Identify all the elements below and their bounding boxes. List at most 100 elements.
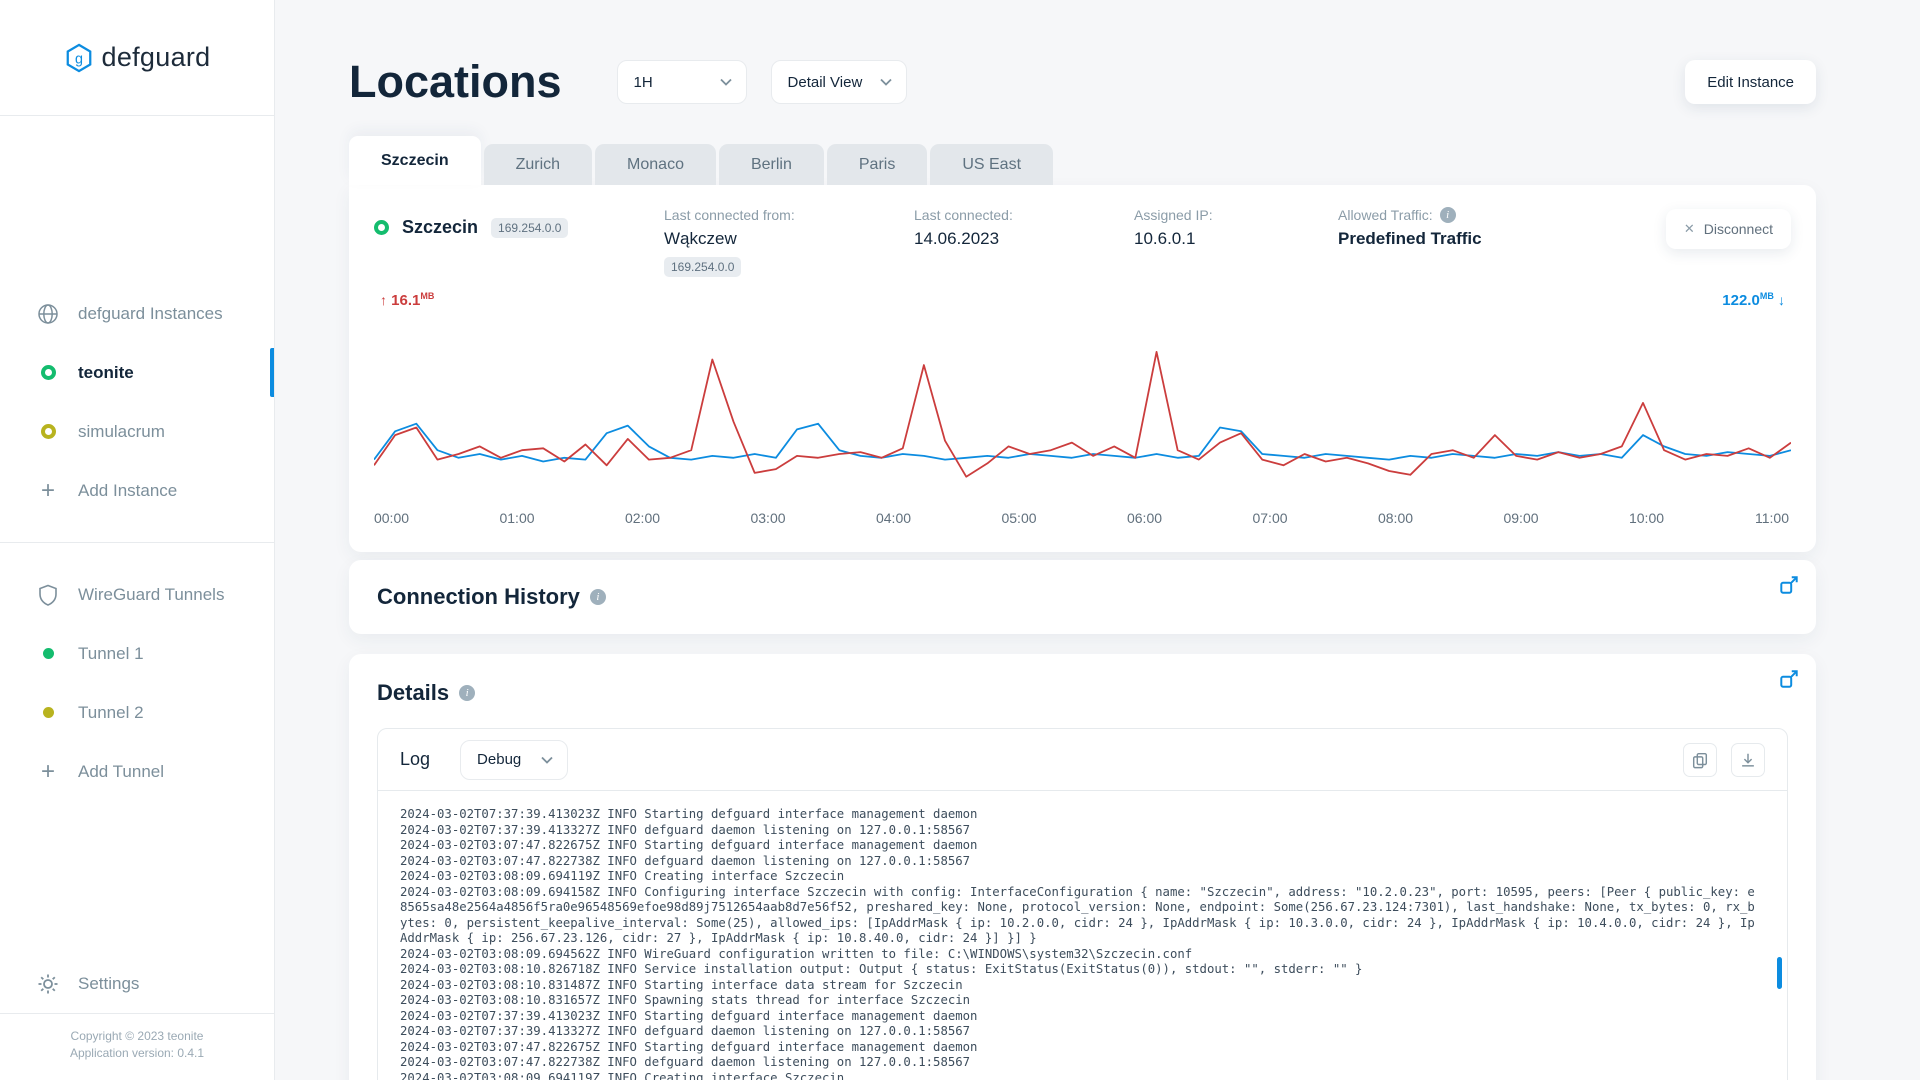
log-panel: Log Debug 2024-03-02T07:37:39.413023Z IN…	[377, 728, 1788, 1080]
tab-us-east[interactable]: US East	[930, 144, 1054, 185]
time-range-select[interactable]: 1H	[616, 60, 747, 104]
main-content: Locations 1H Detail View Edit Instance S…	[275, 0, 1920, 1080]
gear-icon	[34, 972, 62, 996]
copy-log-button[interactable]	[1683, 742, 1717, 777]
sidebar-item-wireguard-tunnels[interactable]: WireGuard Tunnels	[0, 565, 274, 624]
log-line: 2024-03-02T07:37:39.413327Z INFO defguar…	[400, 822, 971, 837]
log-line: 2024-03-02T03:08:10.826718Z INFO Service…	[400, 962, 1363, 976]
log-line: 2024-03-02T03:08:10.831657Z INFO Spawnin…	[400, 993, 971, 1007]
allowed-traffic-block: Allowed Traffic: i Predefined Traffic	[1338, 205, 1666, 249]
assigned-ip-label: Assigned IP:	[1134, 207, 1213, 223]
allowed-traffic-label: Allowed Traffic: i	[1338, 207, 1666, 223]
traffic-totals-row: ↑ 16.1MB 122.0MB ↓	[374, 291, 1791, 309]
log-line: 2024-03-02T03:07:47.822675Z INFO Startin…	[400, 838, 978, 852]
location-ip-badge: 169.254.0.0	[491, 217, 569, 238]
plus-icon: +	[40, 757, 55, 785]
download-log-button[interactable]	[1731, 742, 1765, 777]
last-connected-from-badge: 169.254.0.0	[664, 257, 742, 277]
instances-icon	[34, 302, 62, 326]
x-tick-label: 10:00	[1628, 510, 1665, 526]
details-title: Details	[377, 680, 450, 705]
last-connected-block: Last connected: 14.06.2023	[914, 205, 1134, 249]
sidebar-item-tunnel-2[interactable]: Tunnel 2	[0, 683, 274, 742]
edit-instance-button[interactable]: Edit Instance	[1685, 60, 1816, 104]
x-tick-label: 05:00	[1001, 510, 1037, 526]
app-version-text: Application version: 0.4.1	[69, 1046, 205, 1060]
log-panel-header: Log Debug	[378, 729, 1787, 791]
view-mode-select[interactable]: Detail View	[770, 60, 907, 104]
x-tick-label: 03:00	[750, 510, 786, 526]
x-tick-label: 08:00	[1377, 510, 1414, 526]
upload-total: ↑ 16.1MB	[380, 291, 435, 309]
copyright-text: Copyright © 2023 teonite	[70, 1029, 204, 1043]
sidebar-item-label: defguard Instances	[78, 303, 223, 323]
log-line: 2024-03-02T03:07:47.822675Z INFO Startin…	[400, 1039, 978, 1054]
x-tick-label: 07:00	[1252, 510, 1288, 526]
tab-berlin[interactable]: Berlin	[718, 144, 824, 185]
connection-history-card: Connection History i	[349, 560, 1816, 634]
sidebar-item-instances[interactable]: defguard Instances	[0, 284, 274, 343]
log-level-select[interactable]: Debug	[460, 739, 569, 780]
last-connected-from-label: Last connected from:	[664, 207, 795, 223]
log-output: 2024-03-02T07:37:39.413023Z INFO Startin…	[378, 791, 1787, 1080]
tab-zurich[interactable]: Zurich	[483, 144, 593, 185]
location-name-block: Szczecin 169.254.0.0	[374, 205, 664, 238]
sidebar-item-settings[interactable]: Settings	[0, 954, 274, 1013]
defguard-logo-icon: g	[66, 43, 91, 72]
logo-text: defguard	[101, 42, 211, 72]
sidebar-item-add-tunnel[interactable]: + Add Tunnel	[0, 742, 274, 801]
sidebar-item-add-instance[interactable]: + Add Instance	[0, 461, 274, 520]
shield-icon	[34, 583, 62, 607]
log-line: 2024-03-02T07:37:39.413023Z INFO Startin…	[400, 1008, 978, 1023]
sidebar-item-instance-teonite[interactable]: teonite	[0, 343, 274, 402]
sidebar-item-label: Tunnel 2	[78, 702, 144, 722]
last-connected-label: Last connected:	[914, 207, 1013, 223]
expand-icon[interactable]	[1778, 668, 1800, 690]
log-line: 2024-03-02T07:37:39.413327Z INFO defguar…	[400, 1024, 971, 1038]
sidebar-item-label: simulacrum	[78, 421, 165, 441]
expand-icon[interactable]	[1778, 574, 1800, 596]
logo[interactable]: g defguard	[0, 0, 274, 116]
chevron-down-icon	[541, 756, 553, 764]
app-root: g defguard defguard Instances teonite si…	[0, 0, 1920, 1080]
instance-status-icon-green	[34, 365, 62, 380]
log-line: 2024-03-02T03:07:47.822738Z INFO defguar…	[400, 1055, 971, 1069]
upload-arrow-icon: ↑	[380, 292, 387, 308]
disconnect-button[interactable]: ✕ Disconnect	[1665, 209, 1791, 249]
tab-monaco[interactable]: Monaco	[595, 144, 716, 185]
chevron-down-icon	[879, 78, 892, 86]
info-icon[interactable]: i	[589, 589, 606, 605]
page-header: Locations 1H Detail View Edit Instance	[349, 56, 1816, 108]
last-connected-value: 14.06.2023	[914, 229, 1000, 248]
sidebar-item-label: Add Instance	[78, 480, 178, 500]
sidebar-bottom: Settings Copyright © 2023 teonite Applic…	[0, 954, 274, 1080]
sidebar-item-tunnel-1[interactable]: Tunnel 1	[0, 624, 274, 683]
sidebar: g defguard defguard Instances teonite si…	[0, 0, 275, 1080]
log-actions	[1683, 742, 1765, 777]
sidebar-item-label: Settings	[78, 973, 140, 993]
tab-paris[interactable]: Paris	[826, 144, 928, 185]
svg-text:g: g	[75, 51, 83, 67]
close-icon: ✕	[1683, 221, 1695, 236]
assigned-ip-value: 10.6.0.1	[1134, 229, 1196, 248]
sidebar-item-instance-simulacrum[interactable]: simulacrum	[0, 402, 274, 461]
tab-szczecin[interactable]: Szczecin	[349, 136, 481, 185]
instance-status-icon-yellow	[34, 424, 62, 439]
traffic-chart	[374, 321, 1791, 496]
page-title: Locations	[349, 56, 562, 107]
download-icon	[1742, 753, 1754, 767]
info-icon[interactable]: i	[1439, 207, 1456, 223]
copy-icon	[1692, 752, 1708, 768]
x-tick-label: 09:00	[1503, 510, 1539, 526]
log-level-value: Debug	[477, 751, 522, 768]
sidebar-divider	[0, 542, 274, 543]
sidebar-item-label: Tunnel 1	[78, 643, 144, 663]
x-tick-label: 04:00	[875, 510, 912, 526]
time-range-value: 1H	[633, 73, 653, 91]
info-icon[interactable]: i	[459, 685, 476, 701]
tunnel-status-icon-yellow	[34, 707, 62, 718]
log-scrollbar-thumb[interactable]	[1777, 957, 1782, 989]
chart-x-axis: 00:00 01:00 02:00 03:00 04:00 05:00 06:00 07:00…	[374, 502, 1791, 532]
log-line: 2024-03-02T03:08:09.694158Z INFO Configu…	[400, 884, 1755, 946]
location-summary-row: Szczecin 169.254.0.0 Last connected from…	[374, 205, 1791, 277]
